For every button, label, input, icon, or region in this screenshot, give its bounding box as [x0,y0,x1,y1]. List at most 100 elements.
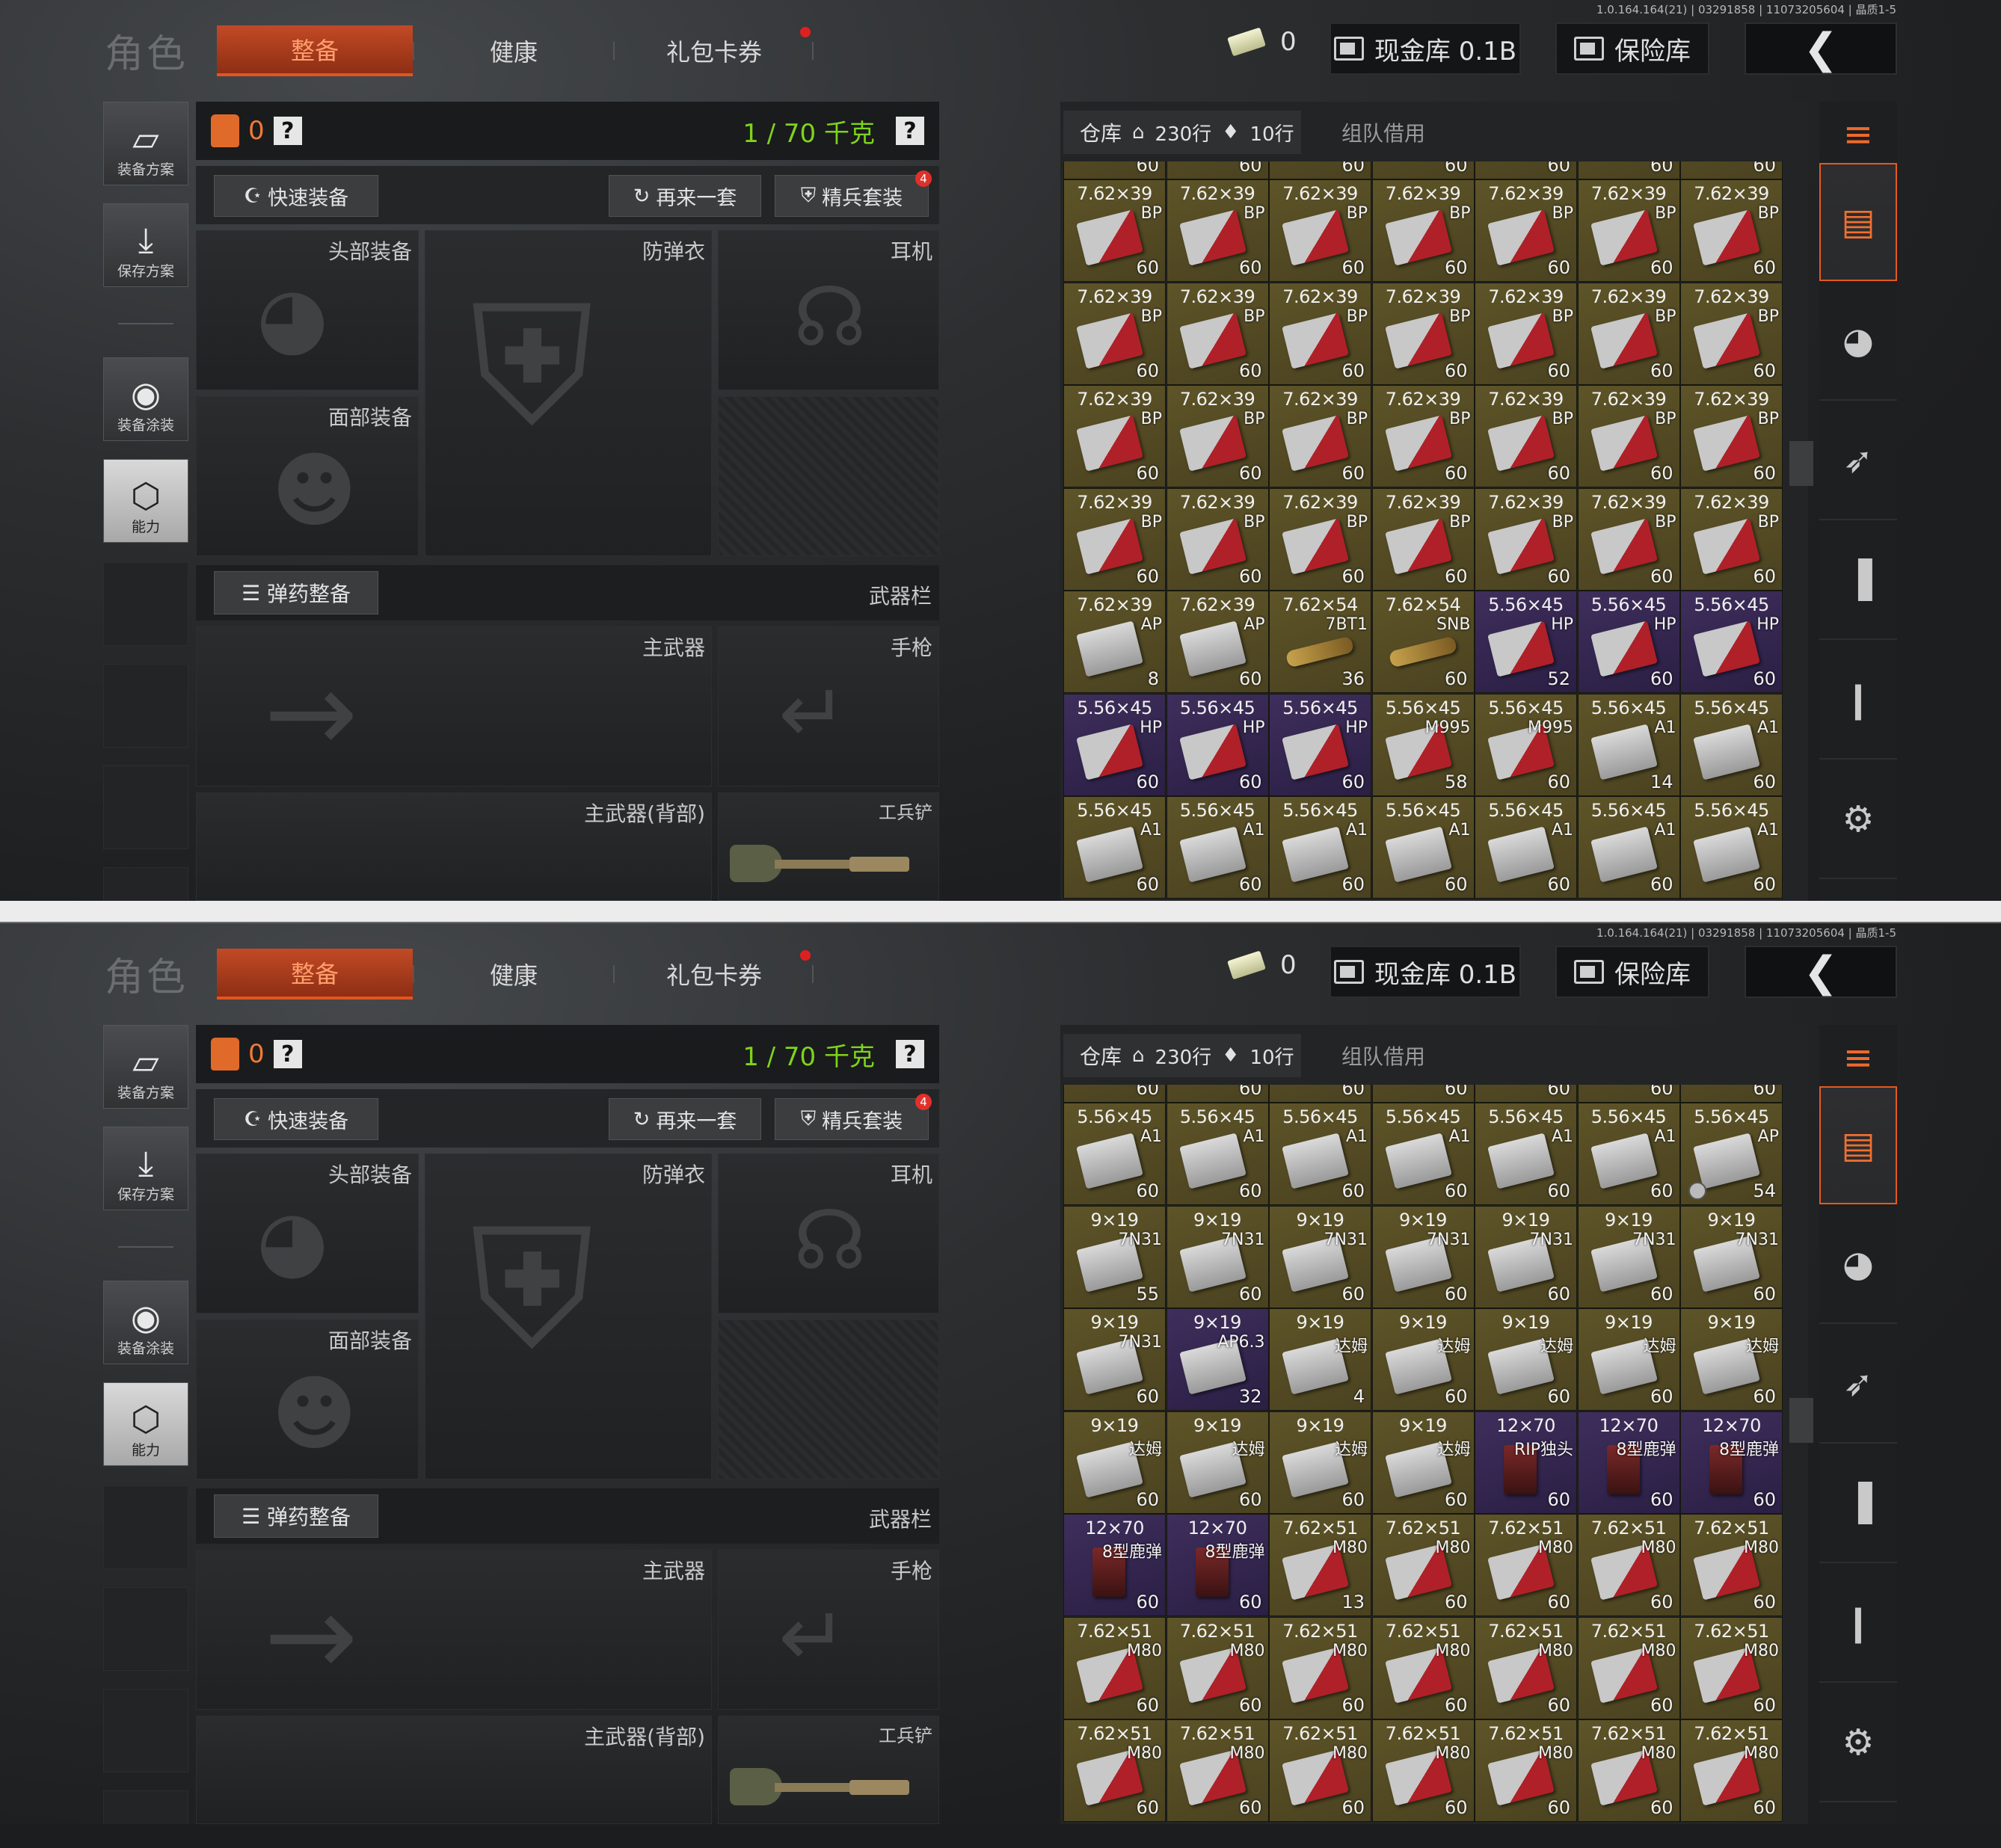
inventory-cell[interactable]: 7.62×39 BP 60 [1166,282,1269,385]
inventory-cell[interactable]: 5.56×45 A1 60 [1577,796,1680,899]
sidebar-item-abilities[interactable]: ⬡ 能力 [103,459,188,543]
inventory-cell[interactable]: 9×19 达姆 60 [1577,1308,1680,1411]
inventory-cell[interactable]: 7.62×51 M80 60 [1166,1616,1269,1719]
inventory-cell[interactable]: 5.56×45 AP 54 [1680,1103,1783,1205]
inventory-cell[interactable]: 7.62×39 BP 60 [1680,487,1783,591]
inventory-cell[interactable]: 7.62×54 SNB 60 [1371,591,1475,693]
sidebar-item-save-plan[interactable]: ⤓ 保存方案 [103,1127,188,1210]
inventory-cell[interactable]: 5.56×45 HP 60 [1680,591,1783,693]
inventory-cell[interactable]: 7.62×51 M80 60 [1063,1616,1166,1719]
quick-equip-button[interactable]: ☪ 快速装备 [214,1098,378,1140]
inventory-cell[interactable]: 5.56×45 M995 58 [1371,693,1475,796]
inventory-cell[interactable]: 7.62×51 M80 60 [1269,1719,1371,1822]
headset-slot[interactable]: 耳机 ☊ [718,1154,939,1313]
inventory-cell[interactable]: 7.62×51 M80 60 [1166,1719,1269,1822]
inventory-cell[interactable]: 7.62×39 BP 60 [1063,179,1166,282]
help-button[interactable]: ? [273,117,302,145]
magazine-icon[interactable]: ▐ [1819,1445,1897,1563]
inventory-cell[interactable]: 12×70 8型鹿弹 60 [1166,1514,1269,1616]
elite-set-button[interactable]: ⛨ 精兵套装 [775,175,929,217]
gear-icon[interactable]: ⚙ [1819,761,1897,879]
inventory-cell-partial[interactable]: 60 [1475,161,1577,179]
inventory-cell[interactable]: 7.62×51 M80 60 [1475,1616,1577,1719]
rifle-icon[interactable]: ➶ [1819,402,1897,520]
inventory-cell[interactable]: 7.62×39 BP 60 [1063,487,1166,591]
inventory-cell[interactable]: 9×19 7N31 55 [1063,1205,1166,1308]
inventory-cell[interactable]: 5.56×45 A1 60 [1475,1103,1577,1205]
sidebar-item-plans[interactable]: ▱ 装备方案 [103,102,188,185]
inventory-cell[interactable]: 5.56×45 A1 60 [1680,796,1783,899]
inventory-tab[interactable]: 仓库 ⌂ 230行 ♦ 10行 [1063,111,1301,154]
inventory-cell[interactable]: 9×19 达姆 60 [1063,1411,1166,1514]
inventory-cell-partial[interactable]: 60 [1371,1085,1475,1103]
inventory-cell-partial[interactable]: 60 [1063,1085,1166,1103]
inventory-cell-partial[interactable]: 60 [1577,1085,1680,1103]
inventory-scrollbar[interactable] [1789,1398,1813,1443]
gear-icon[interactable]: ⚙ [1819,1684,1897,1802]
head-slot[interactable]: 头部装备 ◕ [196,1154,419,1313]
cash-vault-button[interactable]: 现金库 0.1B [1330,22,1521,75]
inventory-cell[interactable]: 5.56×45 A1 60 [1269,796,1371,899]
primary-back-slot[interactable]: 主武器(背部) [196,792,712,901]
inventory-cell[interactable]: 9×19 7N31 60 [1680,1205,1783,1308]
inventory-cell[interactable]: 9×19 7N31 60 [1577,1205,1680,1308]
bullet-icon[interactable]: ❙ [1819,1565,1897,1683]
primary-back-slot[interactable]: 主武器(背部) [196,1716,712,1824]
magazine-icon[interactable]: ▐ [1819,522,1897,640]
tab-gift-cards[interactable]: 礼包卡券 [621,25,808,76]
tab-health[interactable]: 健康 [420,25,607,76]
pistol-slot[interactable]: 手枪 ↵ [718,1550,939,1710]
inventory-cell[interactable]: 7.62×51 M80 60 [1371,1719,1475,1822]
sidebar-item-save-plan[interactable]: ⤓ 保存方案 [103,203,188,287]
inventory-cell[interactable]: 7.62×39 AP 60 [1166,591,1269,693]
back-button[interactable]: ❮ [1745,22,1897,75]
inventory-cell[interactable]: 5.56×45 A1 60 [1371,1103,1475,1205]
inventory-cell[interactable]: 7.62×39 BP 60 [1577,282,1680,385]
helmet-icon[interactable]: ◕ [1819,283,1897,401]
safe-button[interactable]: 保险库 [1555,22,1709,75]
inventory-cell[interactable]: 5.56×45 HP 60 [1166,693,1269,796]
inventory-cell[interactable]: 7.62×39 BP 60 [1371,179,1475,282]
inventory-cell[interactable]: 5.56×45 A1 60 [1166,1103,1269,1205]
inventory-cell[interactable]: 7.62×39 BP 60 [1680,179,1783,282]
inventory-cell[interactable]: 9×19 达姆 60 [1269,1411,1371,1514]
inventory-cell[interactable]: 7.62×51 M80 60 [1680,1514,1783,1616]
inventory-cell-partial[interactable]: 60 [1269,161,1371,179]
inventory-cell[interactable]: 7.62×39 BP 60 [1166,487,1269,591]
sidebar-item-plans[interactable]: ▱ 装备方案 [103,1025,188,1109]
inventory-cell-partial[interactable]: 60 [1166,1085,1269,1103]
tab-health[interactable]: 健康 [420,949,607,1000]
elite-set-button[interactable]: ⛨ 精兵套装 [775,1098,929,1140]
back-button[interactable]: ❮ [1745,946,1897,998]
inventory-cell[interactable]: 5.56×45 HP 60 [1577,591,1680,693]
inventory-cell[interactable]: 5.56×45 A1 60 [1166,796,1269,899]
primary-weapon-slot[interactable]: 主武器 → [196,626,712,786]
inventory-cell[interactable]: 7.62×39 BP 60 [1371,282,1475,385]
inventory-cell[interactable]: 7.62×51 M80 60 [1371,1514,1475,1616]
armor-slot[interactable]: 防弹衣 ⛨ [425,230,712,556]
inventory-cell[interactable]: 7.62×39 BP 60 [1269,385,1371,487]
inventory-cell[interactable]: 7.62×39 BP 60 [1371,385,1475,487]
inventory-cell[interactable]: 5.56×45 A1 60 [1063,796,1166,899]
inventory-cell[interactable]: 5.56×45 HP 60 [1063,693,1166,796]
sidebar-item-skins[interactable]: ◉ 装备涂装 [103,357,188,441]
weight-help-button[interactable]: ? [896,117,924,145]
inventory-cell[interactable]: 7.62×39 BP 60 [1577,385,1680,487]
inventory-cell[interactable]: 7.62×39 BP 60 [1475,282,1577,385]
inventory-cell[interactable]: 7.62×39 BP 60 [1577,487,1680,591]
inventory-cell-partial[interactable]: 60 [1371,161,1475,179]
inventory-cell-partial[interactable]: 60 [1269,1085,1371,1103]
ammo-sort-button[interactable]: ☰ 弹药整备 [214,571,378,615]
tab-equip[interactable]: 整备 [217,949,413,1000]
sidebar-item-abilities[interactable]: ⬡ 能力 [103,1382,188,1466]
inventory-cell[interactable]: 7.62×51 M80 13 [1269,1514,1371,1616]
sidebar-item-skins[interactable]: ◉ 装备涂装 [103,1281,188,1364]
inventory-cell[interactable]: 5.56×45 A1 60 [1577,1103,1680,1205]
inventory-cell[interactable]: 7.62×51 M80 60 [1680,1719,1783,1822]
ammo-box-icon[interactable]: ▤ [1819,1086,1897,1204]
team-borrow-tab[interactable]: 组队借用 [1304,1034,1463,1077]
tab-gift-cards[interactable]: 礼包卡券 [621,949,808,1000]
inventory-cell[interactable]: 7.62×39 BP 60 [1475,179,1577,282]
inventory-cell[interactable]: 5.56×45 A1 14 [1577,693,1680,796]
inventory-cell[interactable]: 9×19 7N31 60 [1063,1308,1166,1411]
